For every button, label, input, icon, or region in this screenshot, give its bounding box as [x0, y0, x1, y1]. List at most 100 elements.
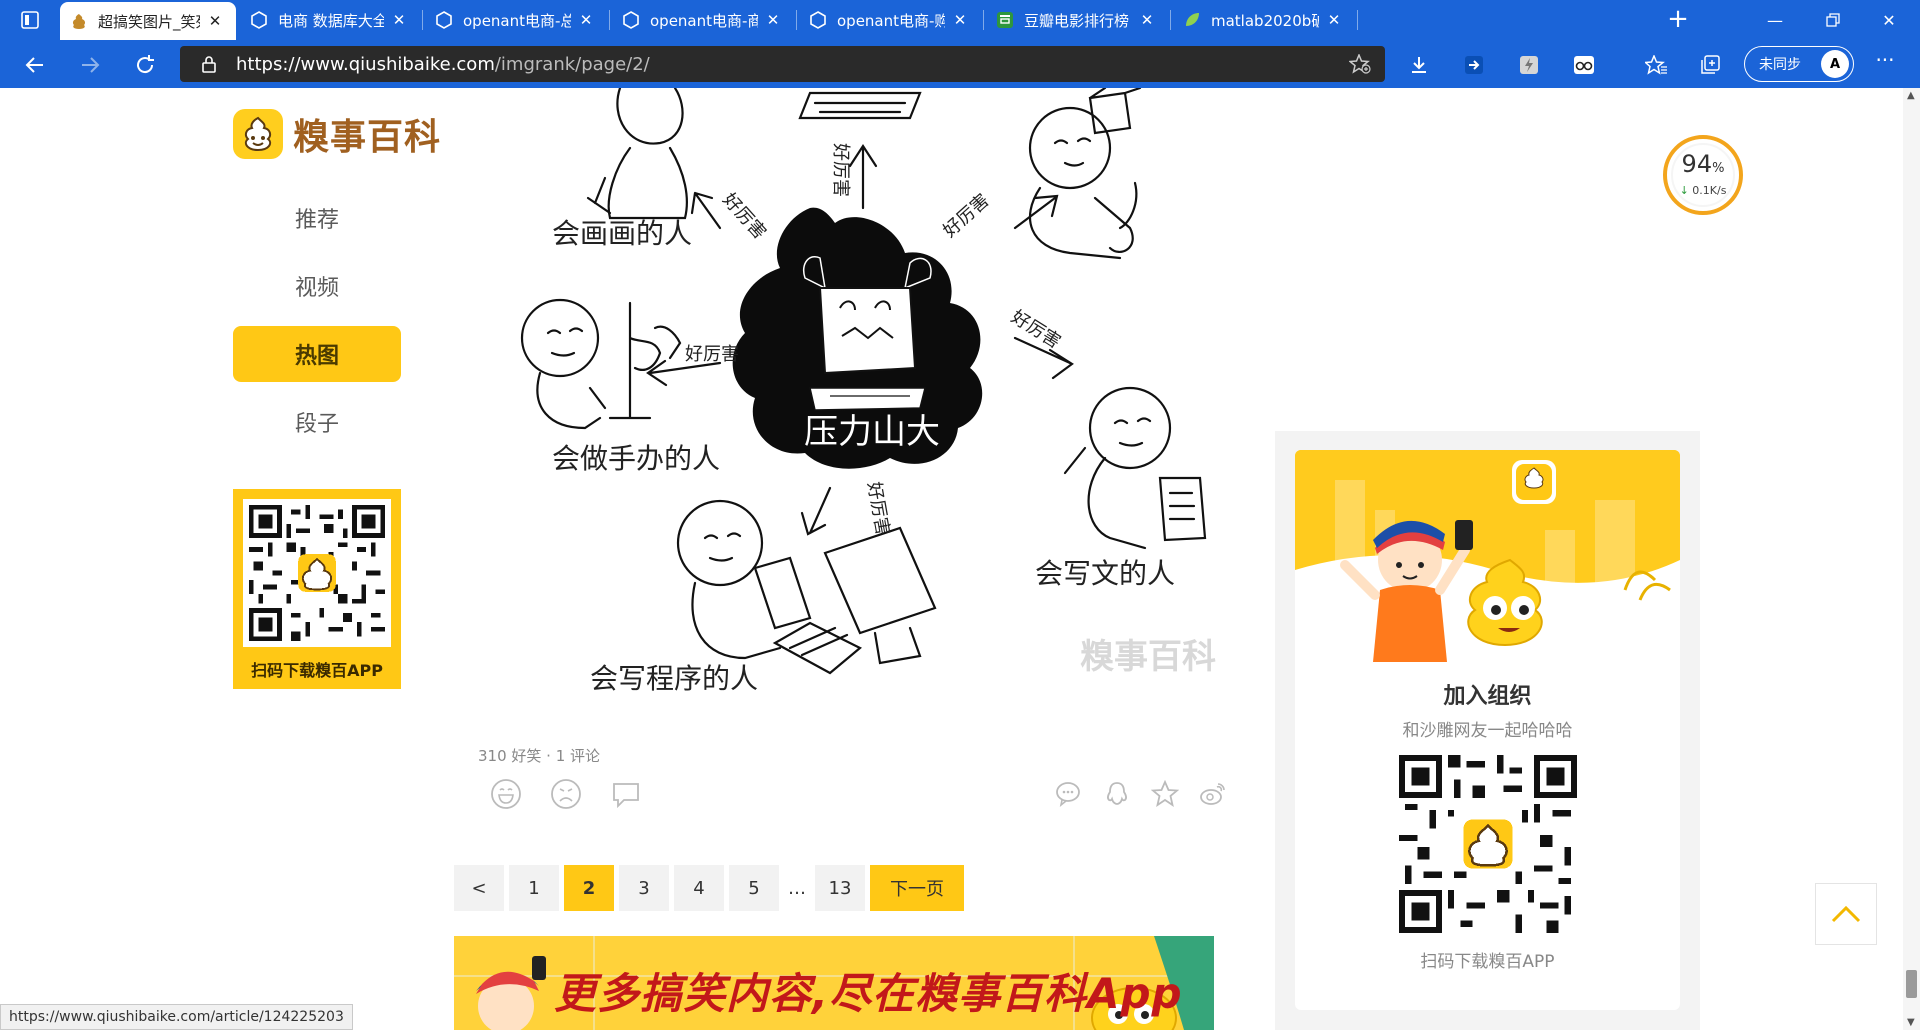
extension-arrow-icon[interactable]: [1463, 54, 1485, 76]
url-host: https://www.qiushibaike.com: [236, 53, 495, 75]
leaf-favicon-icon: [1183, 11, 1201, 29]
restore-button[interactable]: [1810, 0, 1856, 40]
join-qr-code-icon[interactable]: [1398, 755, 1577, 933]
tab-title: openant电商-商品 - 果: [650, 11, 758, 30]
logo-text: 糗事百科: [293, 117, 442, 158]
new-tab-button[interactable]: +: [1663, 5, 1693, 35]
nav-item-recommend[interactable]: 推荐: [233, 190, 401, 246]
join-hero-illustration: [1295, 450, 1680, 662]
hexagon-favicon-icon: [622, 11, 640, 29]
wechat-icon[interactable]: [1055, 780, 1083, 808]
app-promo-banner[interactable]: 更多搞笑内容,尽在糗事百科App: [454, 936, 1214, 1030]
tab-qiushibaike[interactable]: 超搞笑图片_笑死人不偿命 ✕: [60, 2, 236, 40]
tab-douban[interactable]: 豆瓣电影排行榜 ✕: [986, 0, 1168, 40]
watermark: 糗事百科: [1080, 637, 1216, 677]
forward-arrow-icon[interactable]: [75, 50, 105, 80]
site-logo[interactable]: 糗事百科: [233, 108, 441, 160]
close-icon[interactable]: ✕: [206, 12, 224, 30]
logo-badge-icon: [1512, 460, 1556, 504]
next-page-button[interactable]: 下一页: [870, 865, 964, 911]
down-arrow-icon: ↓: [1679, 184, 1689, 197]
praise-label: 好厉害: [830, 143, 851, 197]
minimize-button[interactable]: —: [1752, 0, 1798, 40]
weibo-icon[interactable]: [1199, 780, 1227, 808]
tab-separator: [609, 10, 610, 30]
tab-separator: [983, 10, 984, 30]
scroll-down-arrow-icon[interactable]: ▼: [1907, 1017, 1915, 1028]
close-window-button[interactable]: ✕: [1866, 0, 1912, 40]
app-download-qr[interactable]: 扫码下载糗百APP: [233, 489, 401, 689]
download-icon[interactable]: [1408, 54, 1430, 76]
speed-percent: 94%: [1660, 150, 1746, 178]
speed-rate-value: 0.1K/s: [1692, 184, 1727, 197]
close-icon[interactable]: ✕: [951, 11, 969, 29]
page-button-3[interactable]: 3: [619, 865, 669, 911]
laugh-icon[interactable]: [490, 778, 522, 810]
close-icon[interactable]: ✕: [1138, 11, 1156, 29]
url-text[interactable]: https://www.qiushibaike.com/imgrank/page…: [236, 54, 650, 75]
page-button-2-current[interactable]: 2: [564, 865, 614, 911]
add-favorite-star-icon[interactable]: [1349, 54, 1371, 74]
favorites-icon[interactable]: [1645, 54, 1667, 76]
qr-caption: 扫码下载糗百APP: [251, 661, 383, 680]
praise-label: 好厉害: [1007, 306, 1064, 352]
collections-icon[interactable]: [1700, 54, 1722, 76]
refresh-icon[interactable]: [130, 50, 160, 80]
tab-separator: [1170, 10, 1171, 30]
profile-sync-label: 未同步: [1759, 57, 1801, 73]
role-label: 会做手办的人: [552, 442, 720, 475]
address-bar[interactable]: https://www.qiushibaike.com/imgrank/page…: [180, 46, 1385, 82]
extension-glasses-icon[interactable]: [1573, 54, 1595, 76]
comic-image[interactable]: 压力山大 会画画的人 会做手办的人 会写程序的人 会写文的人 好厉害 好厉害 好…: [480, 88, 1220, 728]
dislike-face-icon[interactable]: [550, 778, 582, 810]
tab-openant-orders[interactable]: openant电商-总订单 - ✕: [425, 0, 607, 40]
back-arrow-icon[interactable]: [20, 50, 50, 80]
back-to-top-button[interactable]: [1815, 883, 1877, 945]
prev-page-button[interactable]: <: [454, 865, 504, 911]
page-button-5[interactable]: 5: [729, 865, 779, 911]
comment-icon[interactable]: [610, 778, 642, 810]
nav-item-video[interactable]: 视频: [233, 258, 401, 314]
close-icon[interactable]: ✕: [577, 11, 595, 29]
tab-actions-icon[interactable]: [10, 7, 50, 33]
avatar: A: [1821, 50, 1849, 78]
page-button-1[interactable]: 1: [509, 865, 559, 911]
extension-lightning-icon[interactable]: [1518, 54, 1540, 76]
poop-mascot-icon: [233, 109, 283, 159]
tab-matlab[interactable]: matlab2020b破解版下 ✕: [1173, 0, 1355, 40]
network-speed-widget[interactable]: 94% ↓ 0.1K/s: [1660, 132, 1746, 218]
tab-openant-cart[interactable]: openant电商-购物车 - ✕: [799, 0, 981, 40]
poop-favicon-icon: [70, 12, 88, 30]
url-path: /imgrank/page/2/: [494, 53, 650, 75]
hexagon-favicon-icon: [809, 11, 827, 29]
praise-label: 好厉害: [718, 189, 770, 243]
page-scrollbar[interactable]: ▲ ▼: [1903, 88, 1920, 1030]
banner-text: 更多搞笑内容,尽在糗事百科App: [554, 969, 1183, 1018]
tab-openant-goods[interactable]: openant电商-商品 - 果 ✕: [612, 0, 794, 40]
profile-sync-button[interactable]: 未同步 A: [1744, 46, 1854, 82]
close-icon[interactable]: ✕: [390, 11, 408, 29]
nav-item-hot-images[interactable]: 热图: [233, 326, 401, 382]
lock-icon[interactable]: [200, 55, 218, 73]
side-nav: 推荐 视频 热图 段子: [233, 190, 401, 462]
page-button-4[interactable]: 4: [674, 865, 724, 911]
close-icon[interactable]: ✕: [1325, 11, 1343, 29]
more-options-icon[interactable]: ···: [1870, 50, 1900, 76]
role-label: 会写文的人: [1035, 557, 1175, 590]
tab-title: 超搞笑图片_笑死人不偿命: [98, 12, 200, 31]
speed-percent-unit: %: [1712, 161, 1725, 176]
scrollbar-thumb[interactable]: [1906, 970, 1917, 998]
close-icon[interactable]: ✕: [764, 11, 782, 29]
nav-item-jokes[interactable]: 段子: [233, 394, 401, 450]
qq-icon[interactable]: [1103, 780, 1131, 808]
join-group-card: 加入组织 和沙雕网友一起哈哈哈 扫码下载糗百APP: [1295, 450, 1680, 1010]
qzone-star-icon[interactable]: [1151, 780, 1179, 808]
role-label: 会画画的人: [552, 217, 692, 250]
tab-ecommerce-db[interactable]: 电商 数据库大全 - 果创 ✕: [240, 0, 420, 40]
page-button-last[interactable]: 13: [815, 865, 865, 911]
page-content: 糗事百科 推荐 视频 热图 段子 扫码下载糗百APP 压力山大 会画画的人 会做…: [0, 88, 1920, 1030]
tab-separator: [422, 10, 423, 30]
status-bar-url: https://www.qiushibaike.com/article/1242…: [0, 1004, 353, 1030]
tab-separator: [796, 10, 797, 30]
scroll-up-arrow-icon[interactable]: ▲: [1907, 90, 1915, 101]
